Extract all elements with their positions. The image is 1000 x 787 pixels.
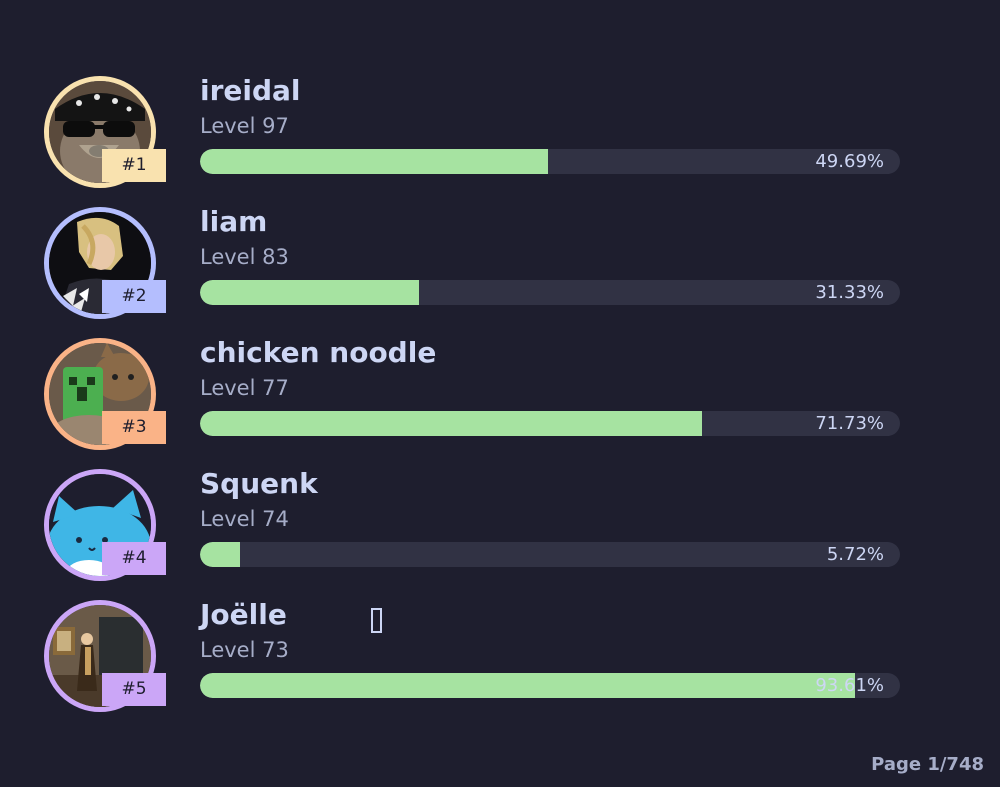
username: ireidal: [200, 74, 301, 107]
leaderboard-entry: #5 Joëlle Level 73 93.61%: [0, 598, 1000, 731]
progress-bar: 49.69%: [200, 149, 900, 174]
rank-badge: #1: [102, 149, 166, 182]
username: Squenk: [200, 467, 318, 500]
avatar: #4: [44, 469, 166, 581]
leaderboard-entry: #4 Squenk Level 74 5.72%: [0, 467, 1000, 600]
rank-badge: #4: [102, 542, 166, 575]
rank-badge: #3: [102, 411, 166, 444]
rank-badge: #2: [102, 280, 166, 313]
missing-glyph-icon: [371, 608, 382, 633]
progress-bar: 93.61%: [200, 673, 900, 698]
progress-percent: 71.73%: [815, 413, 884, 434]
progress-percent: 31.33%: [815, 282, 884, 303]
progress-bar: 71.73%: [200, 411, 900, 436]
level-label: Level 77: [200, 376, 289, 400]
avatar: #2: [44, 207, 166, 319]
avatar: #5: [44, 600, 166, 712]
level-label: Level 73: [200, 638, 289, 662]
leaderboard-entry: #2 liam Level 83 31.33%: [0, 205, 1000, 338]
progress-fill: [200, 411, 703, 436]
leaderboard-entry: #3 chicken noodle Level 77 71.73%: [0, 336, 1000, 469]
progress-fill: [200, 280, 420, 305]
level-label: Level 83: [200, 245, 289, 269]
progress-fill: [200, 149, 548, 174]
username: liam: [200, 205, 268, 238]
page-indicator: Page 1/748: [871, 754, 984, 775]
progress-fill: [200, 673, 856, 698]
username: chicken noodle: [200, 336, 437, 369]
leaderboard-entry: #1 ireidal Level 97 49.69%: [0, 74, 1000, 207]
progress-percent: 93.61%: [815, 675, 884, 696]
progress-percent: 5.72%: [826, 544, 884, 565]
progress-fill: [200, 542, 241, 567]
level-label: Level 97: [200, 114, 289, 138]
username: Joëlle: [200, 598, 287, 631]
progress-bar: 31.33%: [200, 280, 900, 305]
avatar: #3: [44, 338, 166, 450]
avatar: #1: [44, 76, 166, 188]
level-label: Level 74: [200, 507, 289, 531]
progress-bar: 5.72%: [200, 542, 900, 567]
progress-percent: 49.69%: [815, 151, 884, 172]
rank-badge: #5: [102, 673, 166, 706]
